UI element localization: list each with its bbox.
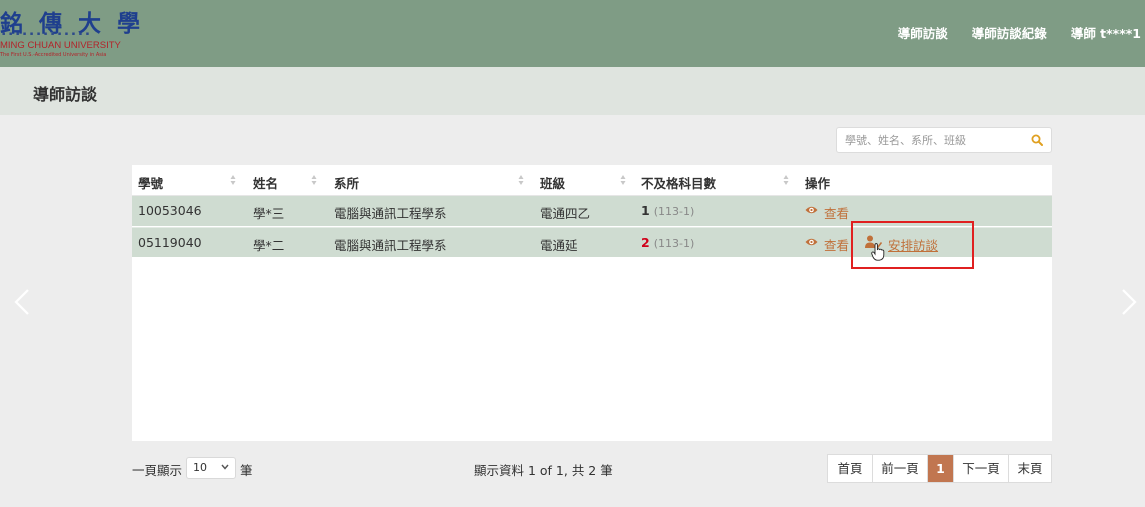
cell-class: 電通延 <box>540 238 578 253</box>
logo-mini-text: ▪ ▪ ▪ ▪ ▪ ▪ ▪ ▪ ▪ ▪ ▪ ▪ ▪ <box>2 31 91 37</box>
view-button[interactable]: 查看 <box>824 203 849 222</box>
cell-student-id: 05119040 <box>138 235 202 250</box>
cell-class: 電通四乙 <box>540 206 591 221</box>
cell-department: 電腦與通訊工程學系 <box>334 238 447 253</box>
eye-icon[interactable] <box>805 237 818 247</box>
page-title: 導師訪談 <box>33 85 98 104</box>
eye-icon[interactable] <box>805 205 818 215</box>
fail-term: (113-1) <box>653 205 695 218</box>
fail-count-value: 2 <box>641 235 650 250</box>
page-size-unit: 筆 <box>240 463 253 478</box>
record-info: 顯示資料 1 of 1, 共 2 筆 <box>474 463 613 478</box>
chevron-down-icon <box>221 464 229 470</box>
page-title-bar: 導師訪談 <box>0 67 1145 115</box>
student-table: 學號 姓名 系所 班級 不及格科目數 操作 10053046 學*三 電腦與通訊… <box>132 165 1052 441</box>
fail-term: (113-1) <box>653 237 695 250</box>
column-header-name[interactable]: 姓名 <box>253 173 278 192</box>
column-header-actions: 操作 <box>805 176 831 191</box>
pager-first[interactable]: 首頁 <box>828 455 872 482</box>
search-icon[interactable] <box>1031 134 1043 146</box>
page-size-value: 10 <box>193 461 207 474</box>
table-header-row: 學號 姓名 系所 班級 不及格科目數 操作 <box>132 165 1052 196</box>
cell-student-id: 10053046 <box>138 203 202 218</box>
sort-icon[interactable] <box>518 174 524 186</box>
column-header-student-id[interactable]: 學號 <box>138 173 163 192</box>
pager-next[interactable]: 下一頁 <box>953 455 1008 482</box>
fail-count-value: 1 <box>641 203 650 218</box>
cell-department: 電腦與通訊工程學系 <box>334 206 447 221</box>
top-nav: 導師訪談 導師訪談紀錄 導師 t****1 <box>898 23 1141 42</box>
search-input[interactable] <box>845 132 1025 148</box>
page-size-select[interactable]: 10 <box>186 457 236 479</box>
logo-tagline: The First U.S.-Accredited University in … <box>0 52 107 58</box>
pager-last[interactable]: 末頁 <box>1008 455 1051 482</box>
page-size-label: 一頁顯示 <box>132 463 183 478</box>
university-logo[interactable]: 銘 傳 大 學 ▪ ▪ ▪ ▪ ▪ ▪ ▪ ▪ ▪ ▪ ▪ ▪ ▪ MING C… <box>0 4 140 62</box>
prev-arrow-icon[interactable] <box>13 288 31 316</box>
pager-prev[interactable]: 前一頁 <box>872 455 927 482</box>
sort-icon[interactable] <box>620 174 626 186</box>
nav-interview[interactable]: 導師訪談 <box>898 23 948 42</box>
column-header-class[interactable]: 班級 <box>540 173 565 192</box>
sort-icon[interactable] <box>783 174 789 186</box>
next-arrow-icon[interactable] <box>1120 288 1138 316</box>
pager-page-1[interactable]: 1 <box>927 455 953 482</box>
column-header-fail-count[interactable]: 不及格科目數 <box>641 173 716 192</box>
nav-interview-records[interactable]: 導師訪談紀錄 <box>972 23 1047 42</box>
sort-icon[interactable] <box>230 174 236 186</box>
column-header-department[interactable]: 系所 <box>334 173 359 192</box>
cell-name: 學*三 <box>253 206 285 221</box>
view-button[interactable]: 查看 <box>824 235 849 254</box>
highlight-box <box>851 221 974 269</box>
logo-english-name: MING CHUAN UNIVERSITY <box>0 40 121 51</box>
cell-name: 學*二 <box>253 238 285 253</box>
cell-fail-count: 1 (113-1) <box>641 203 694 218</box>
hand-cursor-icon <box>871 243 885 261</box>
sort-icon[interactable] <box>311 174 317 186</box>
top-header: 銘 傳 大 學 ▪ ▪ ▪ ▪ ▪ ▪ ▪ ▪ ▪ ▪ ▪ ▪ ▪ MING C… <box>0 0 1145 67</box>
cell-fail-count: 2 (113-1) <box>641 235 694 250</box>
nav-user-account[interactable]: 導師 t****1 <box>1071 23 1141 42</box>
pagination: 首頁 前一頁 1 下一頁 末頁 <box>827 454 1052 483</box>
search-box <box>836 127 1052 153</box>
